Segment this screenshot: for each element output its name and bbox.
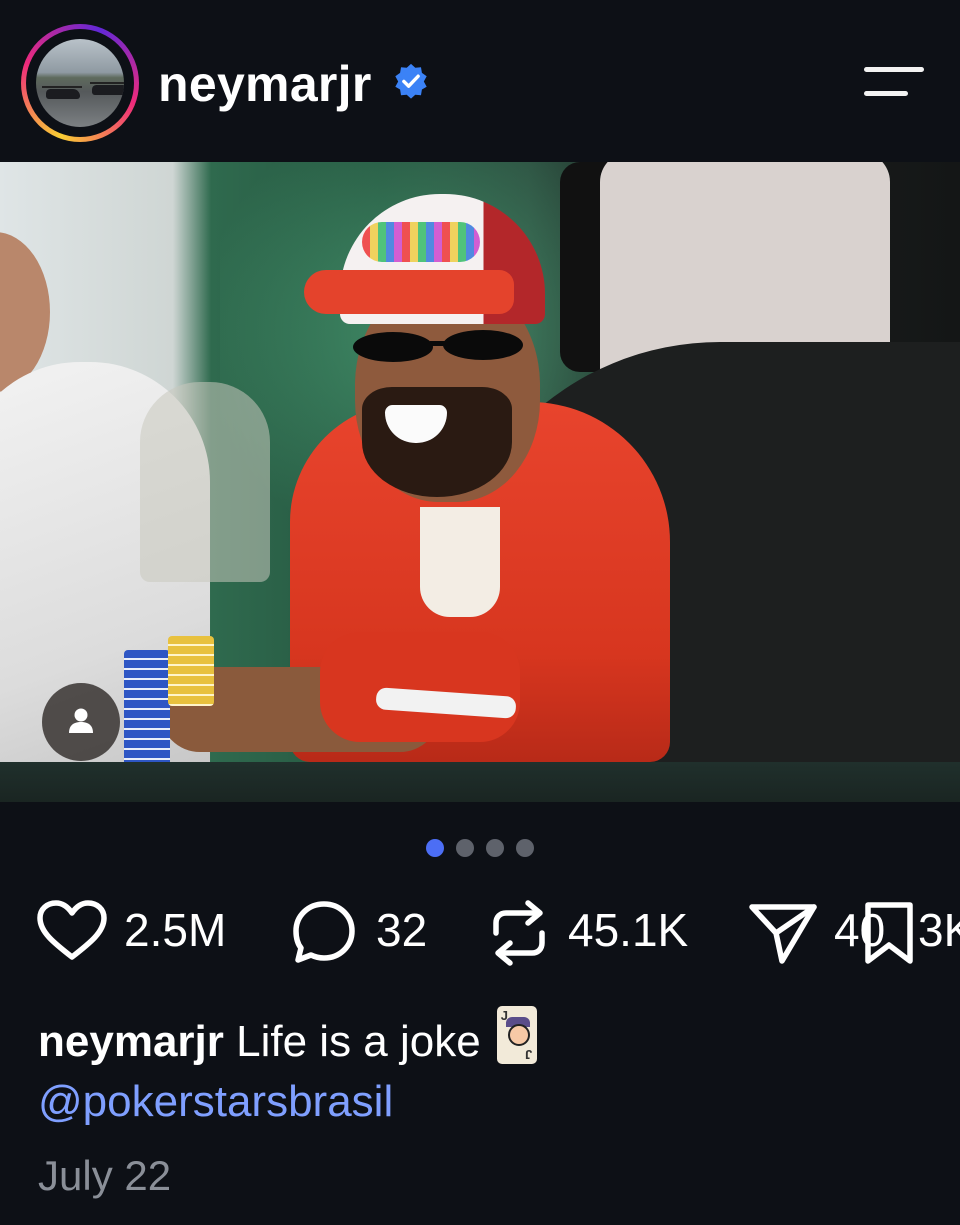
save-count: 3K: [918, 904, 960, 956]
comment-count: 32: [376, 904, 428, 956]
joker-card-emoji-icon: JJ: [496, 1006, 537, 1064]
post-header: neymarjr: [0, 0, 960, 162]
carousel-dot[interactable]: [486, 839, 504, 857]
repost-count: 45.1K: [568, 904, 689, 956]
caption-text: Life is a joke: [236, 1017, 481, 1066]
bookmark-icon: [865, 902, 913, 964]
carousel-dots: [426, 839, 534, 857]
post-date: July 22: [38, 1152, 172, 1199]
action-bar: 2.5M 32 45.1K 40 3K: [0, 895, 960, 966]
heart-icon: [37, 900, 107, 960]
send-icon: [749, 904, 817, 964]
profile-avatar[interactable]: [21, 24, 139, 142]
carousel-dot[interactable]: [516, 839, 534, 857]
menu-icon[interactable]: [860, 62, 926, 102]
carousel-dot-active[interactable]: [426, 839, 444, 857]
caption-author[interactable]: neymarjr: [38, 1017, 224, 1066]
carousel-dot[interactable]: [456, 839, 474, 857]
like-count: 2.5M: [124, 904, 227, 956]
verified-badge-icon: [395, 63, 427, 99]
caption-mention-link[interactable]: @pokerstarsbrasil: [38, 1077, 393, 1126]
post-image[interactable]: [0, 162, 960, 802]
comment-icon: [293, 901, 355, 963]
post-caption: neymarjr Life is a joke J J @pokerstarsbra…: [38, 1006, 938, 1132]
person-tag-icon[interactable]: [42, 683, 120, 761]
username[interactable]: neymarjr: [158, 55, 372, 113]
avatar-image: [36, 39, 124, 127]
repost-icon: [493, 900, 545, 966]
